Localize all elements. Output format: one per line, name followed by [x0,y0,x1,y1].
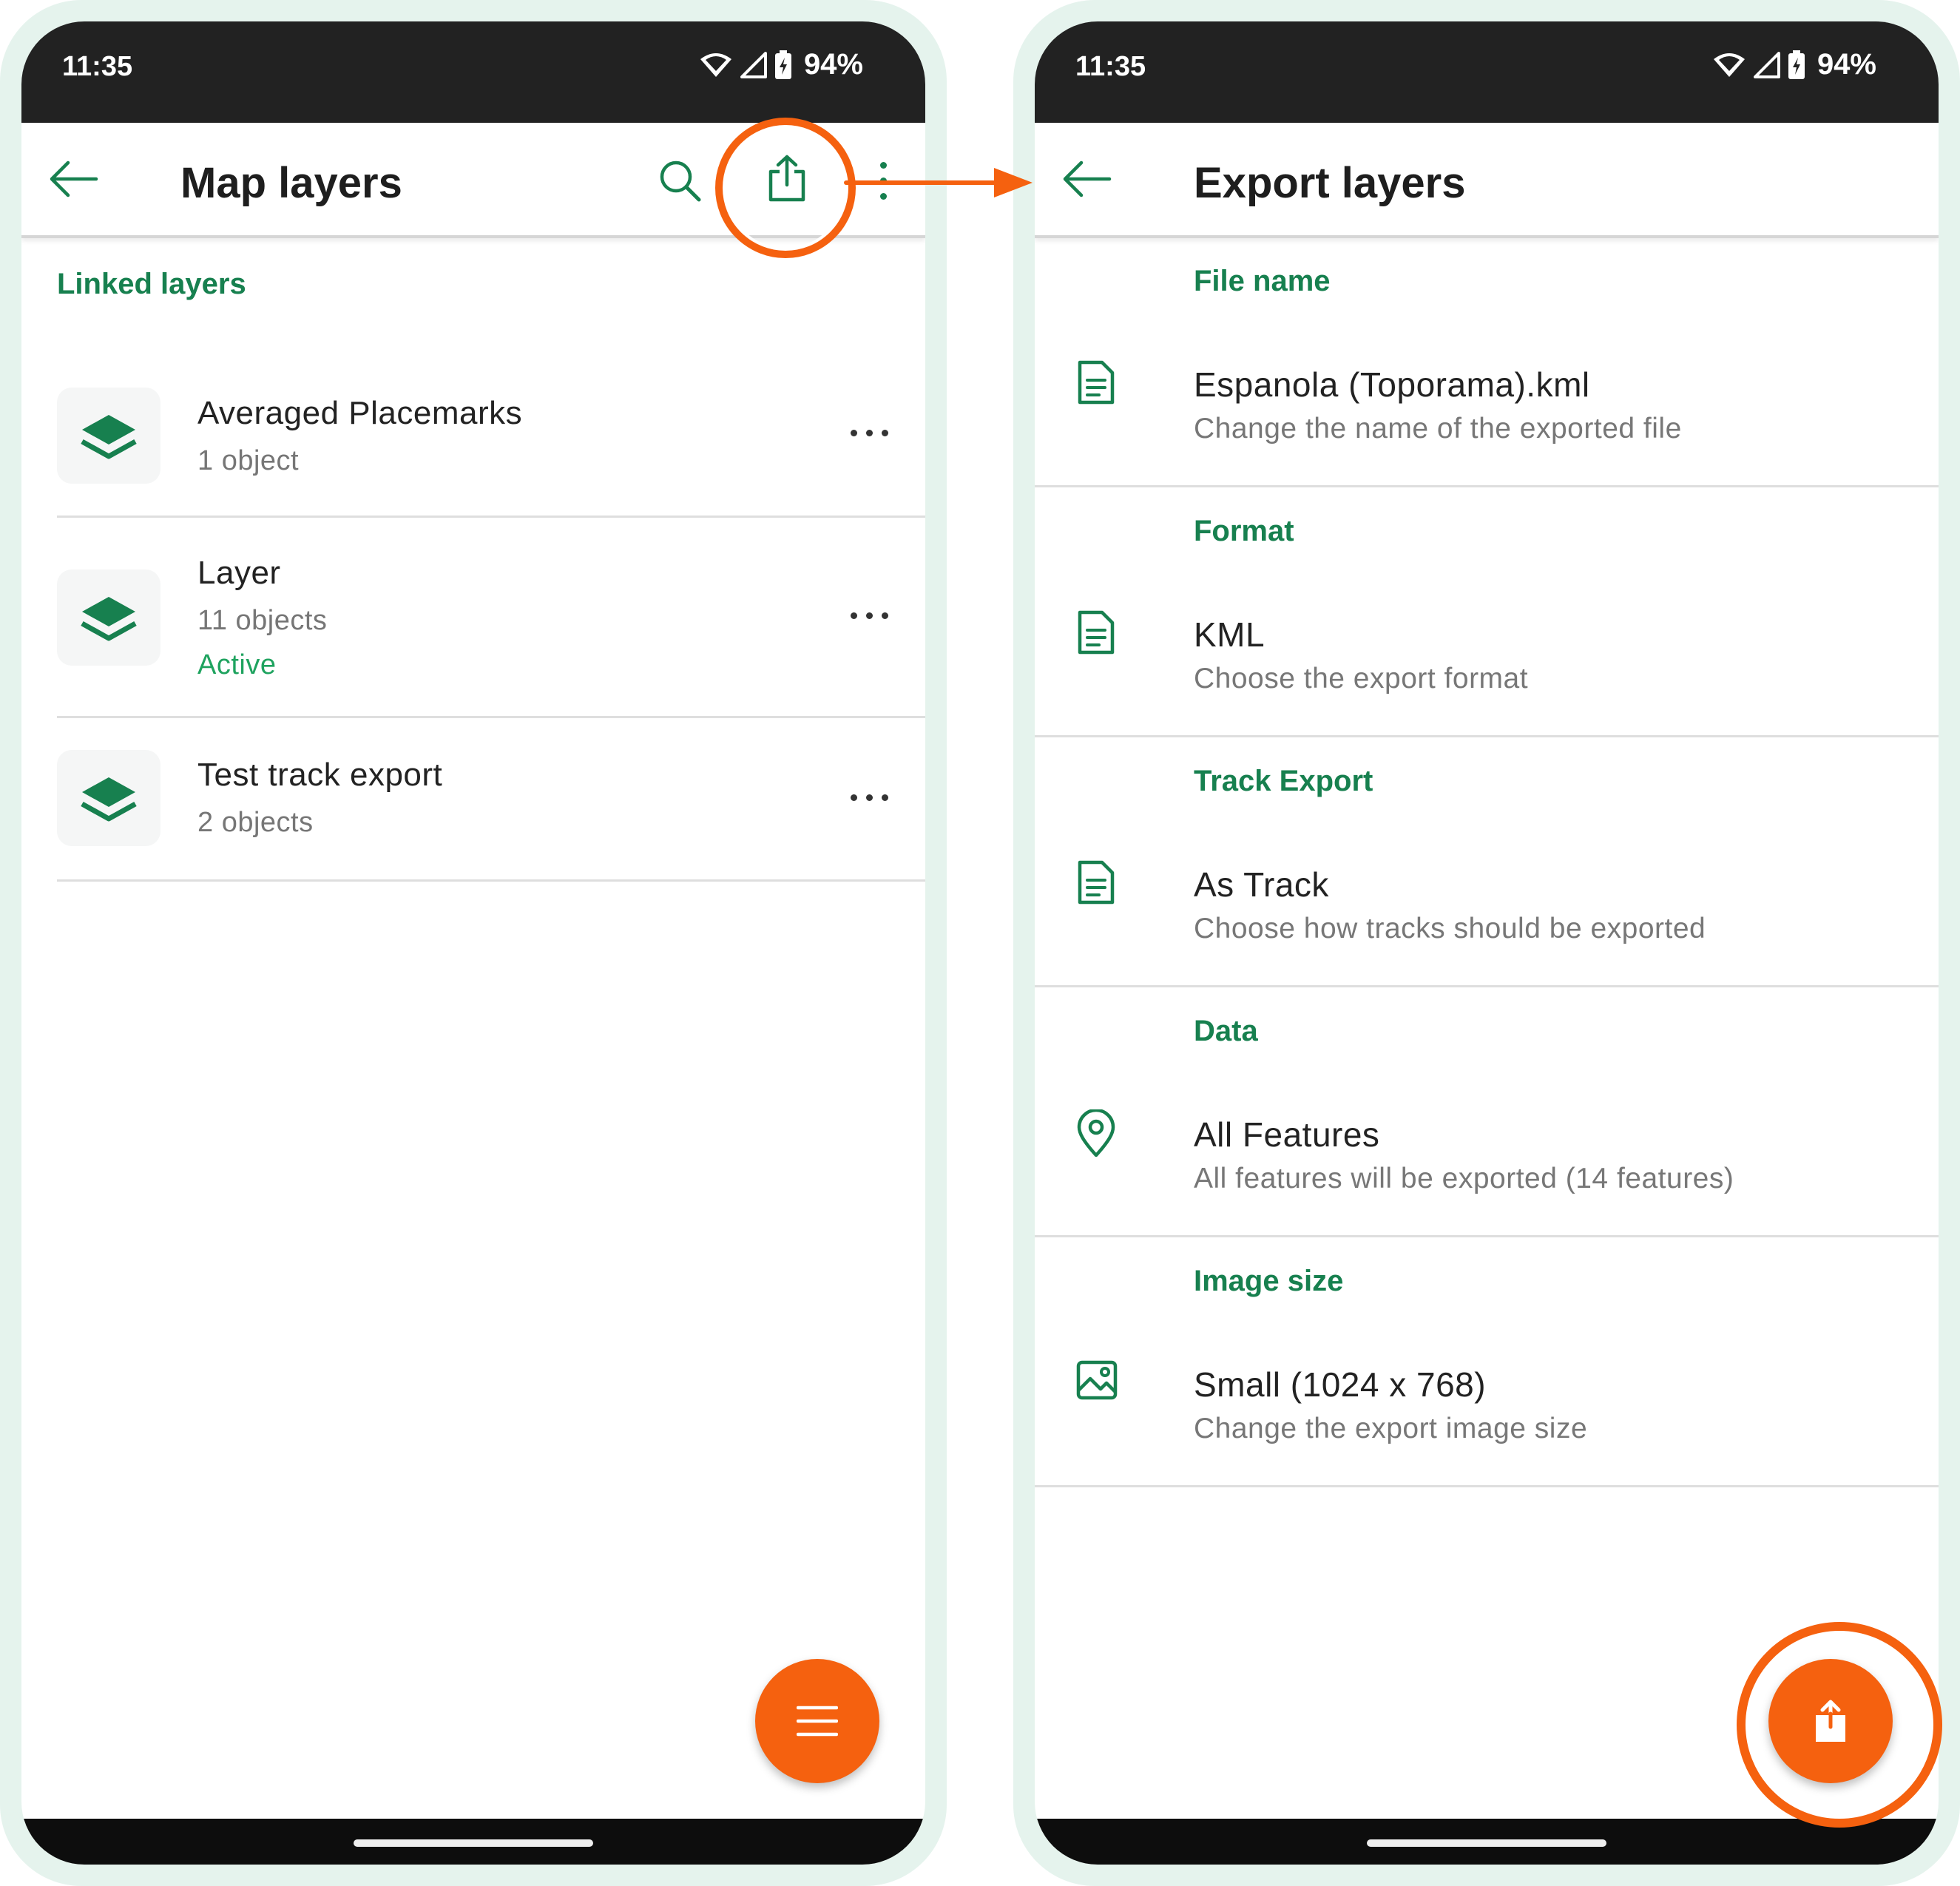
back-button[interactable] [40,149,107,209]
setting-value: As Track [1194,865,1329,904]
home-indicator[interactable] [1367,1839,1606,1847]
status-icons: 94% [699,48,863,81]
search-icon [660,160,701,202]
map-layers-screen: 11:35 94% Map layers Linked layers Avera… [21,21,925,1865]
layer-name: Averaged Placemarks [197,395,523,431]
battery-icon [774,50,791,79]
document-icon [1078,610,1115,655]
layer-more-button[interactable] [851,612,888,619]
right-phone-frame: 11:35 94% Export layers File name Espano… [1013,0,1960,1886]
setting-value: All Features [1194,1115,1380,1154]
setting-label: Data [1194,1015,1258,1047]
document-icon [1078,860,1115,905]
status-time: 11:35 [1075,51,1146,82]
navigation-bar [21,1819,925,1865]
setting-description: Choose how tracks should be exported [1194,913,1706,944]
status-bar: 11:35 94% [1035,21,1939,123]
layer-thumbnail [57,569,160,666]
layer-name: Test track export [197,757,443,793]
setting-track-export[interactable]: Track Export As Track Choose how tracks … [1035,735,1939,987]
setting-description: All features will be exported (14 featur… [1194,1163,1734,1194]
setting-value: KML [1194,615,1265,654]
menu-fab[interactable] [755,1659,879,1783]
export-button-highlight [715,118,856,258]
page-title: Export layers [1194,159,1466,207]
setting-label: File name [1194,265,1331,297]
setting-value: Small (1024 x 768) [1194,1365,1487,1404]
layer-thumbnail [57,750,160,846]
setting-data[interactable]: Data All Features All features will be e… [1035,985,1939,1237]
section-label-linked-layers: Linked layers [57,268,246,300]
location-pin-icon [1077,1109,1115,1157]
export-layers-screen: 11:35 94% Export layers File name Espano… [1035,21,1939,1865]
document-icon [1078,360,1115,405]
home-indicator[interactable] [354,1839,593,1847]
status-bar: 11:35 94% [21,21,925,123]
layers-icon [81,597,137,641]
status-time: 11:35 [62,51,133,82]
setting-label: Format [1194,515,1294,547]
battery-percent: 94% [803,48,863,81]
battery-percent: 94% [1817,48,1876,81]
setting-description: Choose the export format [1194,663,1529,694]
page-title: Map layers [180,159,402,207]
layer-count: 11 objects [197,605,328,636]
navigation-bar [1035,1819,1939,1865]
back-button[interactable] [1053,149,1120,209]
image-icon [1076,1360,1118,1400]
layer-more-button[interactable] [851,430,888,436]
arrow-annotation [844,168,1033,197]
arrow-left-icon [1063,160,1112,197]
setting-image-size[interactable]: Image size Small (1024 x 768) Change the… [1035,1235,1939,1487]
layer-name: Layer [197,555,281,591]
status-icons: 94% [1712,48,1876,81]
setting-format[interactable]: Format KML Choose the export format [1035,485,1939,737]
menu-icon [797,1706,838,1737]
battery-icon [1788,50,1805,79]
signal-icon [740,51,767,78]
layers-icon [81,415,137,459]
setting-description: Change the name of the exported file [1194,413,1682,445]
layer-thumbnail [57,388,160,484]
wifi-icon [700,53,731,77]
setting-file-name[interactable]: File name Espanola (Toporama).kml Change… [1035,235,1939,487]
setting-label: Track Export [1194,765,1373,797]
layer-status-badge: Active [197,649,277,680]
layer-count: 1 object [197,445,300,476]
layers-icon [81,777,137,822]
setting-value: Espanola (Toporama).kml [1194,365,1590,404]
list-item[interactable]: Layer 11 objects Active [57,518,925,718]
search-button[interactable] [652,152,708,209]
layer-more-button[interactable] [851,794,888,801]
setting-label: Image size [1194,1265,1344,1297]
export-fab-highlight [1737,1622,1942,1828]
left-phone-frame: 11:35 94% Map layers Linked layers Avera… [0,0,947,1886]
list-item[interactable]: Test track export 2 objects [57,718,925,882]
arrow-left-icon [50,160,98,197]
app-bar: Export layers [1035,123,1939,238]
signal-icon [1753,51,1780,78]
setting-description: Change the export image size [1194,1413,1588,1444]
layer-count: 2 objects [197,807,314,838]
wifi-icon [1713,53,1745,77]
list-item[interactable]: Averaged Placemarks 1 object [57,369,925,518]
